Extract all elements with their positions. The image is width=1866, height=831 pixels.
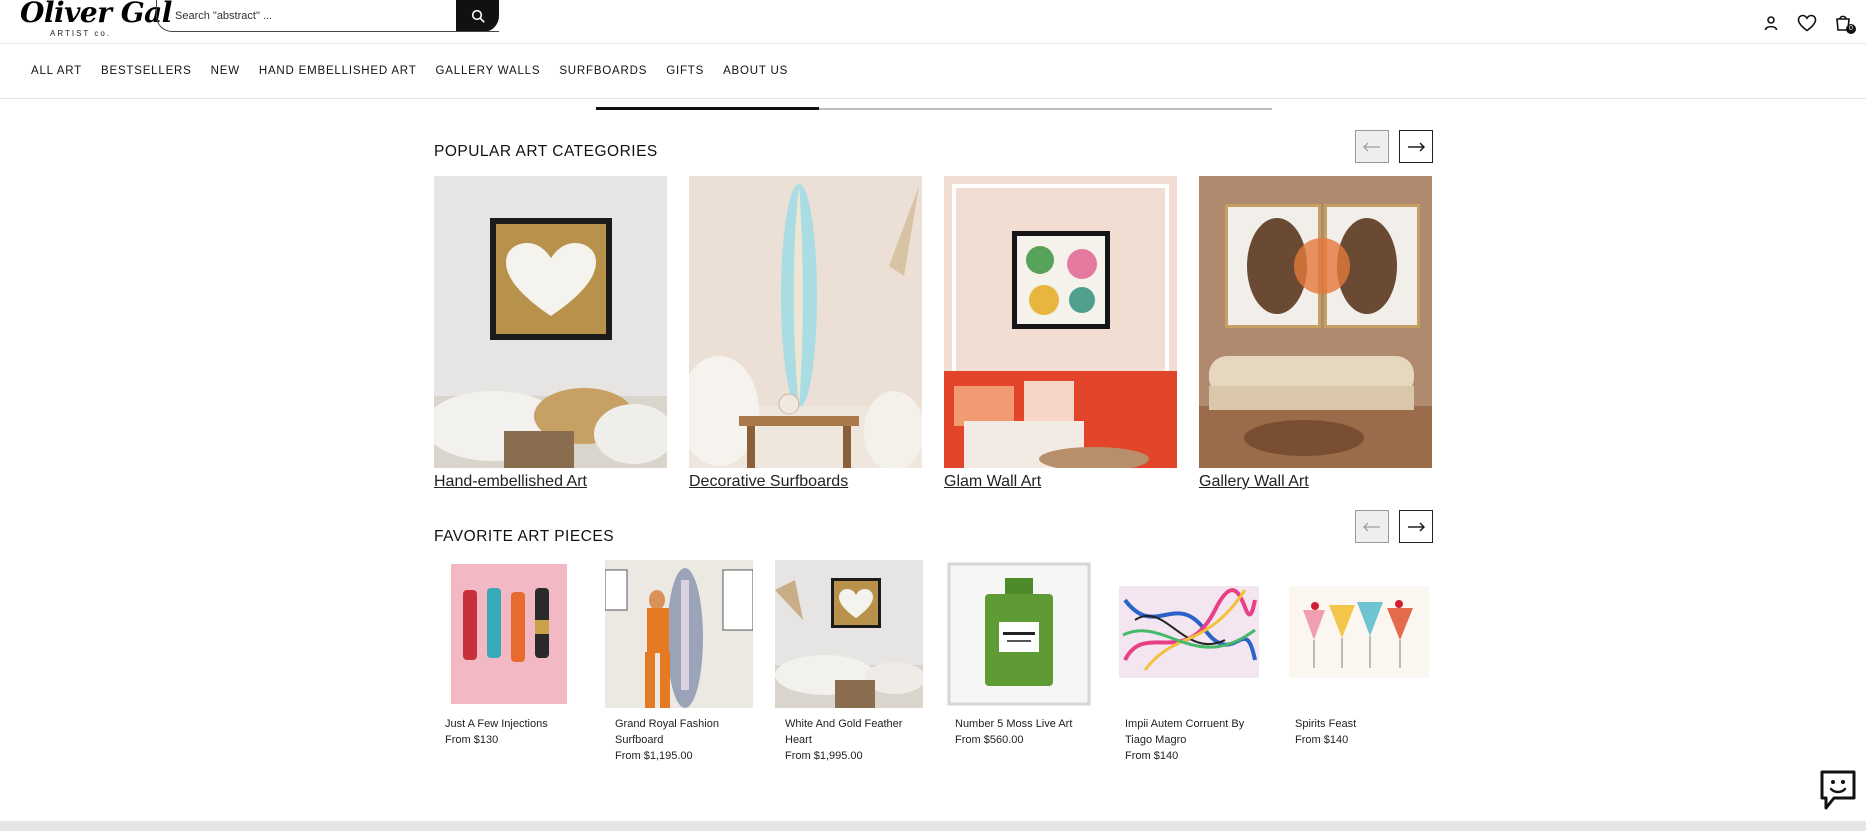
product-image-number-5-moss[interactable] bbox=[945, 560, 1093, 708]
popular-categories-title: POPULAR ART CATEGORIES bbox=[434, 143, 658, 160]
product-card[interactable]: Impii Autem Corruent By Tiago Magro From… bbox=[1115, 560, 1263, 764]
product-card[interactable]: Grand Royal Fashion Surfboard From $1,19… bbox=[605, 560, 753, 764]
category-image-gallery-wall[interactable] bbox=[1199, 176, 1432, 468]
slider-progress-fill bbox=[596, 107, 820, 110]
product-name: Spirits Feast bbox=[1295, 718, 1357, 730]
product-price: From $1,195.00 bbox=[615, 750, 693, 762]
product-price: From $140 bbox=[1125, 750, 1179, 762]
search-input[interactable] bbox=[157, 0, 456, 31]
category-link-glam[interactable]: Glam Wall Art bbox=[944, 473, 1177, 491]
favorite-pieces-title: FAVORITE ART PIECES bbox=[434, 528, 615, 545]
product-price: From $560.00 bbox=[955, 734, 1024, 746]
category-image-glam[interactable] bbox=[944, 176, 1177, 468]
search-bar bbox=[156, 0, 499, 32]
nav-item-about-us[interactable]: ABOUT US bbox=[723, 65, 788, 77]
product-image-white-gold-feather-heart[interactable] bbox=[775, 560, 923, 708]
category-card[interactable]: Decorative Surfboards bbox=[689, 176, 922, 491]
product-name: White And Gold Feather Heart bbox=[785, 718, 903, 746]
product-name: Grand Royal Fashion Surfboard bbox=[615, 718, 719, 746]
product-image-impii-autem-corruent[interactable] bbox=[1115, 560, 1263, 708]
product-image-just-a-few-injections[interactable] bbox=[435, 560, 583, 708]
logo-subtitle: ARTIST co. bbox=[50, 29, 112, 38]
arrow-right-icon bbox=[1408, 522, 1425, 531]
nav-item-gifts[interactable]: GIFTS bbox=[666, 65, 704, 77]
wishlist-button[interactable] bbox=[1796, 12, 1818, 34]
nav-item-surfboards[interactable]: SURFBOARDS bbox=[559, 65, 647, 77]
product-name: Impii Autem Corruent By Tiago Magro bbox=[1125, 718, 1245, 746]
cart-count-badge: 0 bbox=[1846, 24, 1856, 34]
popular-next-button[interactable] bbox=[1399, 130, 1433, 163]
category-card[interactable]: Gallery Wall Art bbox=[1199, 176, 1432, 491]
main-nav: ALL ART BESTSELLERS NEW HAND EMBELLISHED… bbox=[0, 44, 1866, 99]
arrow-left-icon bbox=[1363, 142, 1380, 151]
nav-item-bestsellers[interactable]: BESTSELLERS bbox=[101, 65, 192, 77]
brand-logo[interactable]: Oliver Gal ARTIST co. bbox=[20, 0, 172, 40]
product-price: From $1,995.00 bbox=[785, 750, 863, 762]
nav-item-new[interactable]: NEW bbox=[211, 65, 240, 77]
footer-edge bbox=[0, 821, 1866, 831]
category-image-hand-embellished[interactable] bbox=[434, 176, 667, 468]
category-image-surfboards[interactable] bbox=[689, 176, 922, 468]
header-actions: 0 bbox=[1760, 12, 1856, 34]
favorites-next-button[interactable] bbox=[1399, 510, 1433, 543]
product-card[interactable]: Number 5 Moss Live Art From $560.00 bbox=[945, 560, 1093, 748]
category-card[interactable]: Glam Wall Art bbox=[944, 176, 1177, 491]
product-card[interactable]: Spirits Feast From $140 bbox=[1285, 560, 1433, 748]
product-name: Just A Few Injections bbox=[445, 718, 548, 730]
category-link-gallery-wall[interactable]: Gallery Wall Art bbox=[1199, 473, 1432, 491]
product-card[interactable]: Just A Few Injections From $130 bbox=[435, 560, 583, 748]
nav-item-all-art[interactable]: ALL ART bbox=[31, 65, 82, 77]
cart-button[interactable]: 0 bbox=[1832, 12, 1856, 34]
arrow-right-icon bbox=[1408, 142, 1425, 151]
logo-wordmark: Oliver Gal bbox=[20, 0, 172, 29]
slider-progress-bar[interactable] bbox=[596, 107, 1272, 110]
popular-prev-button[interactable] bbox=[1355, 130, 1389, 163]
category-link-hand-embellished[interactable]: Hand-embellished Art bbox=[434, 473, 667, 491]
product-price: From $130 bbox=[445, 734, 499, 746]
product-card[interactable]: White And Gold Feather Heart From $1,995… bbox=[775, 560, 923, 764]
favorites-prev-button[interactable] bbox=[1355, 510, 1389, 543]
product-image-grand-royal-surfboard[interactable] bbox=[605, 560, 753, 708]
category-card[interactable]: Hand-embellished Art bbox=[434, 176, 667, 491]
product-price: From $140 bbox=[1295, 734, 1349, 746]
chat-icon bbox=[1820, 770, 1856, 810]
account-button[interactable] bbox=[1760, 12, 1782, 34]
arrow-left-icon bbox=[1363, 522, 1380, 531]
site-header: Oliver Gal ARTIST co. Search "abstract" … bbox=[0, 0, 1866, 44]
nav-item-hand-embellished-art[interactable]: HAND EMBELLISHED ART bbox=[259, 65, 417, 77]
chat-widget-button[interactable] bbox=[1818, 768, 1858, 812]
heart-icon bbox=[1797, 14, 1817, 32]
product-name: Number 5 Moss Live Art bbox=[955, 718, 1073, 730]
account-icon bbox=[1764, 16, 1778, 31]
category-link-surfboards[interactable]: Decorative Surfboards bbox=[689, 473, 922, 491]
search-button[interactable] bbox=[456, 0, 499, 31]
search-icon bbox=[471, 9, 485, 23]
nav-item-gallery-walls[interactable]: GALLERY WALLS bbox=[436, 65, 541, 77]
product-image-spirits-feast[interactable] bbox=[1285, 560, 1433, 708]
